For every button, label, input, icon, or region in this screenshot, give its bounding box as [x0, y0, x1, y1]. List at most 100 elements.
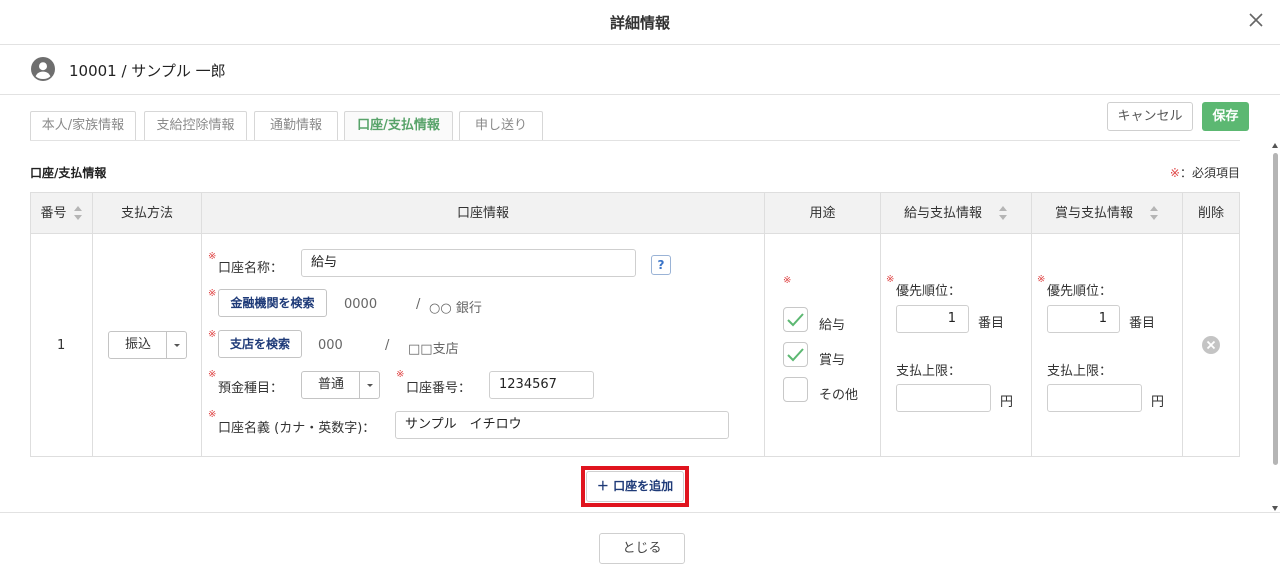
scrollbar[interactable] [1271, 141, 1280, 513]
required-mark: ※ [208, 251, 217, 262]
account-number-input[interactable]: 1234567 [489, 371, 594, 399]
add-account-button[interactable]: ＋ 口座を追加 [586, 471, 684, 502]
checkmark-icon [787, 348, 804, 362]
chevron-down-icon [174, 344, 180, 347]
caret-container [166, 332, 186, 358]
salary-limit-label: 支払上限： [896, 364, 962, 379]
section-title: 口座/支払情報 [30, 166, 107, 180]
cell-delete [1183, 234, 1239, 456]
bonus-limit-unit: 円 [1151, 395, 1165, 410]
required-mark: ※ [208, 409, 217, 420]
bonus-priority-input[interactable]: 1 [1047, 305, 1120, 333]
scroll-down-arrow-icon[interactable] [1272, 506, 1278, 511]
account-holder-input[interactable]: サンプル イチロウ [395, 411, 729, 439]
bonus-priority-unit: 番目 [1129, 316, 1156, 331]
usage-other-checkbox[interactable] [783, 377, 808, 402]
tabs-divider [30, 140, 1240, 141]
col-delete: 削除 [1197, 206, 1224, 221]
required-mark: ※ [783, 275, 792, 286]
close-icon[interactable] [1246, 10, 1266, 30]
payment-method-select[interactable]: 振込 [108, 331, 187, 359]
table-row: 1 振込 ※ 口座名称： 給与 ? ※ 金融機関を検索 0000 / ○○ 銀行… [31, 234, 1239, 456]
account-name-input[interactable]: 給与 [301, 249, 636, 277]
cell-number: 1 [31, 234, 93, 456]
dialog-title: 詳細情報 [609, 14, 670, 32]
footer-divider [0, 512, 1280, 513]
account-holder-label: 口座名義 (カナ・英数字)： [218, 421, 376, 436]
scroll-thumb[interactable] [1273, 153, 1278, 465]
caret-container [359, 372, 379, 398]
close-button[interactable]: とじる [599, 533, 685, 564]
save-button[interactable]: 保存 [1202, 102, 1249, 131]
bonus-limit-label: 支払上限： [1047, 364, 1113, 379]
required-mark: ※ [208, 369, 217, 380]
deposit-type-select[interactable]: 普通 [301, 371, 380, 399]
cell-account-info: ※ 口座名称： 給与 ? ※ 金融機関を検索 0000 / ○○ 銀行 ※ 支店… [202, 234, 765, 456]
salary-priority-label: 優先順位： [896, 284, 962, 299]
required-mark: ※ [1037, 274, 1046, 285]
col-salary-payment[interactable]: 給与支払情報 [881, 193, 1032, 234]
sort-icon[interactable] [1149, 205, 1159, 221]
account-name-label: 口座名称： [218, 261, 284, 276]
required-note-text: ：必須項目 [1179, 166, 1240, 180]
tab-personal-family[interactable]: 本人/家族情報 [30, 111, 136, 141]
sort-icon[interactable] [998, 205, 1008, 221]
required-note: ※：必須項目 [1170, 164, 1240, 181]
salary-limit-unit: 円 [1000, 395, 1014, 410]
account-table: 番号 支払方法 口座情報 用途 給与支払情報 賞与支払情報 削除 1 振込 ※ … [30, 192, 1240, 457]
usage-salary-label: 給与 [819, 318, 846, 333]
tab-handover[interactable]: 申し送り [459, 111, 543, 141]
required-mark: ※ [208, 288, 217, 299]
checkmark-icon [787, 313, 804, 327]
col-salary-payment-label: 給与支払情報 [903, 206, 982, 221]
payment-method-value: 振込 [124, 337, 151, 352]
cell-payment-method: 振込 [93, 234, 202, 456]
cell-salary-payment: ※ 優先順位： 1 番目 支払上限： 円 [881, 234, 1032, 456]
deposit-type-label: 預金種目： [218, 381, 284, 396]
employee-name: 10001 / サンプル 一郎 [69, 62, 226, 80]
sort-icon[interactable] [73, 205, 83, 221]
usage-bonus-checkbox[interactable] [783, 342, 808, 367]
usage-salary-checkbox[interactable] [783, 307, 808, 332]
cell-usage: ※ 給与 賞与 その他 [765, 234, 881, 456]
required-mark: ※ [1169, 166, 1180, 180]
col-usage: 用途 [765, 193, 881, 234]
salary-limit-input[interactable] [896, 384, 991, 412]
table-header: 番号 支払方法 口座情報 用途 給与支払情報 賞与支払情報 削除 [31, 193, 1239, 234]
chevron-down-icon [367, 384, 373, 387]
branch-separator: / [385, 338, 390, 353]
deposit-type-value: 普通 [317, 377, 344, 392]
usage-other-label: その他 [819, 388, 859, 403]
col-payment-method: 支払方法 [93, 193, 202, 234]
col-bonus-payment[interactable]: 賞与支払情報 [1032, 193, 1183, 234]
user-avatar-icon [31, 57, 55, 81]
help-icon[interactable]: ? [651, 255, 671, 275]
cell-bonus-payment: ※ 優先順位： 1 番目 支払上限： 円 [1032, 234, 1183, 456]
cancel-button[interactable]: キャンセル [1107, 102, 1193, 131]
scroll-up-arrow-icon[interactable] [1272, 143, 1278, 148]
salary-priority-unit: 番目 [978, 316, 1005, 331]
salary-priority-input[interactable]: 1 [896, 305, 969, 333]
bonus-limit-input[interactable] [1047, 384, 1142, 412]
tab-payment-deduction[interactable]: 支給控除情報 [144, 111, 247, 141]
bank-name: ○○ 銀行 [429, 301, 482, 316]
col-account-info: 口座情報 [202, 193, 765, 234]
branch-code: 000 [318, 338, 343, 353]
col-bonus-payment-label: 賞与支払情報 [1054, 206, 1133, 221]
tab-account-payment[interactable]: 口座/支払情報 [344, 111, 453, 141]
tab-commute[interactable]: 通勤情報 [254, 111, 338, 141]
required-mark: ※ [396, 369, 405, 380]
bank-code: 0000 [344, 297, 378, 312]
bank-search-button[interactable]: 金融機関を検索 [218, 289, 327, 317]
delete-row-icon[interactable] [1201, 335, 1221, 355]
dialog-header: 詳細情報 [0, 0, 1280, 45]
account-number-label: 口座番号： [406, 381, 472, 396]
required-mark: ※ [886, 274, 895, 285]
col-number-label: 番号 [40, 206, 67, 221]
branch-search-button[interactable]: 支店を検索 [218, 330, 302, 358]
col-number[interactable]: 番号 [31, 193, 93, 234]
branch-name: □□支店 [408, 342, 459, 357]
row-number: 1 [57, 338, 66, 353]
bonus-priority-label: 優先順位： [1047, 284, 1113, 299]
employee-row: 10001 / サンプル 一郎 [0, 46, 1280, 95]
